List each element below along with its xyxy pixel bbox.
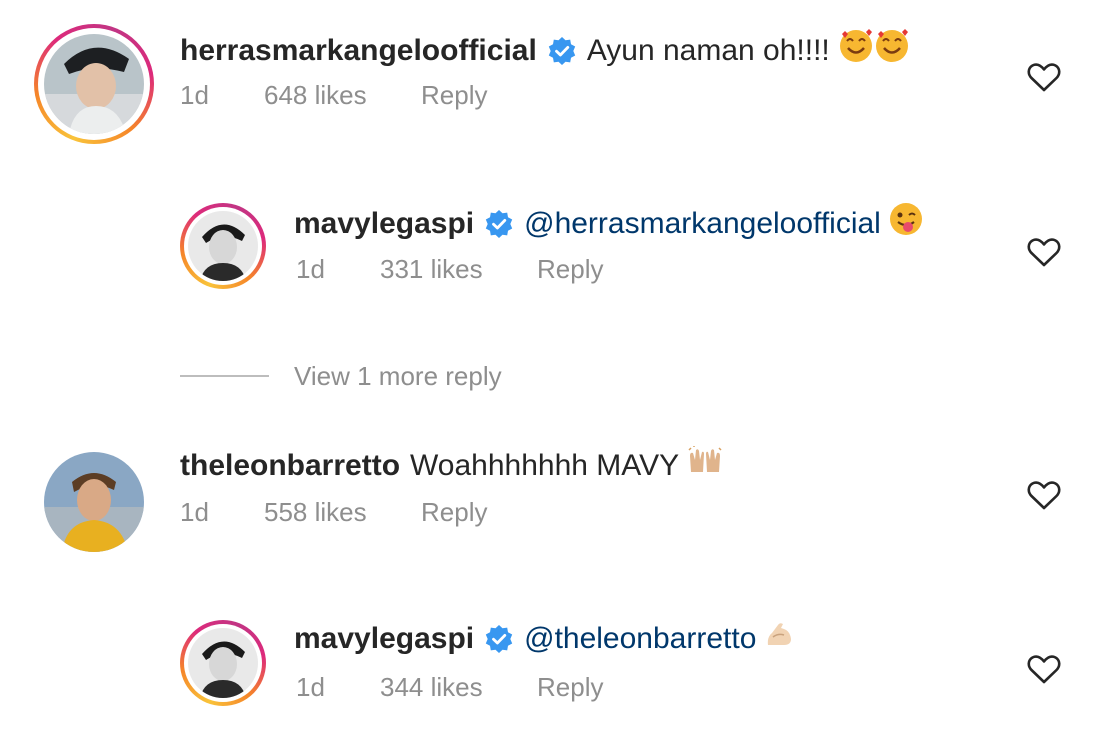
comment-likes-count[interactable]: 558 likes [264, 497, 421, 528]
heart-outline-icon[interactable] [1027, 480, 1061, 510]
comment-likes-count[interactable]: 331 likes [380, 254, 537, 285]
avatar[interactable] [188, 211, 258, 281]
verified-badge-icon [485, 624, 513, 653]
heart-outline-icon[interactable] [1027, 62, 1061, 92]
heart-outline-icon[interactable] [1027, 654, 1061, 684]
smiling-face-with-hearts-emoji [838, 28, 910, 73]
flexed-biceps-emoji [764, 619, 794, 658]
verified-badge-icon [548, 36, 576, 65]
heart-outline-icon[interactable] [1027, 237, 1061, 267]
avatar[interactable] [44, 34, 144, 134]
mention-link[interactable]: @herrasmarkangeloofficial [524, 206, 881, 242]
comment-age: 1d [180, 497, 209, 527]
comment-text: Woahhhhhhh MAVY [410, 448, 680, 482]
comment-likes-count[interactable]: 648 likes [264, 80, 421, 111]
comment-username[interactable]: mavylegaspi [294, 206, 474, 242]
reply-button[interactable]: Reply [421, 80, 487, 111]
raising-hands-emoji [687, 446, 723, 485]
comment-username[interactable]: mavylegaspi [294, 621, 474, 657]
comment-username[interactable]: herrasmarkangeloofficial [180, 33, 537, 69]
comment-likes-count[interactable]: 344 likes [380, 672, 537, 703]
comment-text: Ayun naman oh!!!! [586, 33, 830, 67]
reply-button[interactable]: Reply [537, 672, 603, 703]
winking-face-with-tongue-emoji [889, 202, 923, 245]
view-more-replies-button[interactable]: View 1 more reply [180, 358, 502, 394]
avatar[interactable] [44, 452, 144, 552]
mention-link[interactable]: @theleonbarretto [524, 621, 756, 657]
comment-age: 1d [296, 672, 325, 702]
avatar[interactable] [188, 628, 258, 698]
comment-age: 1d [180, 80, 209, 110]
divider-line [180, 375, 269, 377]
view-more-replies-label[interactable]: View 1 more reply [294, 361, 502, 392]
comment-age: 1d [296, 254, 325, 284]
reply-button[interactable]: Reply [537, 254, 603, 285]
reply-button[interactable]: Reply [421, 497, 487, 528]
comment-username[interactable]: theleonbarretto [180, 448, 400, 484]
verified-badge-icon [485, 209, 513, 238]
